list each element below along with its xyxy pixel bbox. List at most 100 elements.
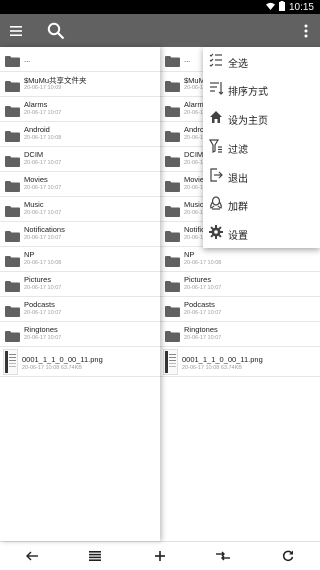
settings-icon <box>209 225 223 239</box>
menu-label: 设置 <box>228 231 248 242</box>
folder-name: Alarms <box>24 100 48 109</box>
folder-meta: 20-06-17 10:08 <box>184 260 222 266</box>
folder-icon <box>165 154 180 172</box>
folder-name: Movies <box>24 175 48 184</box>
folder-row[interactable]: DCIM20-06-17 10:07 <box>0 147 160 172</box>
parent-label: ... <box>184 55 191 64</box>
folder-row[interactable]: Podcasts 20-06-17 10:07 <box>0 297 160 322</box>
folder-name: Android <box>24 125 50 134</box>
folder-row[interactable]: Ringtones 20-06-17 10:07 <box>160 322 320 347</box>
menu-item-select-all[interactable]: 全选 <box>203 47 320 75</box>
filter-icon <box>208 139 223 153</box>
image-thumbnail <box>3 349 18 375</box>
folder-row[interactable]: Ringtones 20-06-17 10:07 <box>0 322 160 347</box>
folder-name: Ringtones <box>184 325 218 334</box>
folder-row[interactable]: Pictures 20-06-17 10:07 <box>0 272 160 297</box>
folder-row[interactable]: NP 20-06-17 10:08 <box>160 247 320 272</box>
folder-name: Podcasts <box>24 300 55 309</box>
search-icon[interactable] <box>44 14 68 47</box>
file-row[interactable]: 0001_1_1_0_00_11.png 20-06-17 10:08 63.7… <box>160 347 320 377</box>
folder-meta: 20-06-17 10:07 <box>24 310 62 316</box>
group-icon <box>209 196 223 210</box>
parent-label: ... <box>24 55 31 64</box>
sort-icon <box>209 81 224 95</box>
menu-label: 过滤 <box>228 145 248 156</box>
folder-name: Pictures <box>24 275 52 284</box>
swap-panes-icon[interactable] <box>208 542 238 570</box>
folder-row[interactable]: Music20-06-17 10:07 <box>0 197 160 222</box>
menu-label: 排序方式 <box>228 87 268 98</box>
folder-icon <box>5 154 20 172</box>
home-icon <box>209 110 223 124</box>
folder-icon <box>5 129 20 147</box>
refresh-icon[interactable] <box>273 542 303 570</box>
folder-name: Music <box>24 200 44 209</box>
folder-row[interactable]: Alarms20-06-17 10:07 <box>0 97 160 122</box>
menu-item-exit[interactable]: 退出 <box>203 162 320 190</box>
folder-icon <box>5 279 20 297</box>
folder-icon <box>165 279 180 297</box>
menu-item-sort[interactable]: 排序方式 <box>203 75 320 103</box>
folder-icon <box>165 254 180 272</box>
folder-icon <box>5 79 20 97</box>
folder-icon <box>165 304 180 322</box>
folder-meta: 20-06-17 10:07 <box>24 185 62 191</box>
folder-meta: 20-06-17 10:07 <box>24 210 62 216</box>
folder-name: Pictures <box>184 275 212 284</box>
folder-name: Music <box>184 200 204 209</box>
folder-name: Ringtones <box>24 325 58 334</box>
menu-label: 全选 <box>228 59 248 70</box>
folder-icon <box>5 304 20 322</box>
folder-icon <box>165 54 180 72</box>
folder-name: DCIM <box>24 150 44 159</box>
file-row[interactable]: 0001_1_1_0_00_11.png 20-06-17 10:08 63.7… <box>0 347 160 377</box>
menu-item-settings[interactable]: 设置 <box>203 219 320 247</box>
more-vertical-icon[interactable] <box>296 14 316 47</box>
bottom-action-bar <box>0 541 320 570</box>
back-arrow-icon[interactable] <box>17 542 47 570</box>
folder-meta: 20-06-17 10:07 <box>24 335 62 341</box>
menu-item-join-group[interactable]: 加群 <box>203 190 320 218</box>
folder-icon <box>165 204 180 222</box>
file-meta: 20-06-17 10:08 63.74KB <box>182 365 242 371</box>
status-time: 10:15 <box>288 2 314 13</box>
exit-icon <box>209 168 223 182</box>
folder-meta: 20-06-17 10:09 <box>24 85 62 91</box>
folder-icon <box>5 229 20 247</box>
overflow-menu: 全选 排序方式 设为主页 过滤 退出 加群 设置 <box>203 47 320 248</box>
hamburger-menu-icon[interactable] <box>4 14 28 47</box>
status-bar: 10:15 <box>0 0 320 14</box>
folder-row[interactable]: Podcasts 20-06-17 10:07 <box>160 297 320 322</box>
wifi-icon <box>265 2 275 13</box>
status-icons: 10:15 <box>265 1 314 14</box>
file-meta: 20-06-17 10:08 63.74KB <box>22 365 82 371</box>
folder-name: NP <box>24 250 35 259</box>
left-pane[interactable]: ... $MuMu共享文件夹 20-06-17 10:09 Alarms 20-06-… <box>0 47 160 541</box>
folder-row[interactable]: NP 20-06-17 10:08 <box>0 247 160 272</box>
add-icon[interactable] <box>145 542 175 570</box>
folder-meta: 20-06-17 10:07 <box>184 285 222 291</box>
list-icon[interactable] <box>80 542 110 570</box>
folder-row[interactable]: $MuMu共享文件夹20-06-17 10:09 <box>0 72 160 97</box>
toolbar <box>0 14 320 47</box>
folder-row[interactable]: Notifications20-06-17 10:07 <box>0 222 160 247</box>
folder-icon <box>165 129 180 147</box>
folder-icon <box>165 179 180 197</box>
folder-icon <box>5 254 20 272</box>
folder-row[interactable]: Android20-06-17 10:08 <box>0 122 160 147</box>
folder-meta: 20-06-17 10:07 <box>24 235 62 241</box>
folder-icon <box>165 104 180 122</box>
folder-icon <box>5 204 20 222</box>
folder-name: DCIM <box>184 150 204 159</box>
folder-row[interactable]: Movies20-06-17 10:07 <box>0 172 160 197</box>
folder-meta: 20-06-17 10:07 <box>184 335 222 341</box>
image-thumbnail <box>163 349 178 375</box>
menu-label: 加群 <box>228 202 248 213</box>
folder-icon <box>165 329 180 347</box>
parent-directory-row[interactable]: ... <box>0 47 160 72</box>
folder-row[interactable]: Pictures 20-06-17 10:07 <box>160 272 320 297</box>
menu-item-filter[interactable]: 过滤 <box>203 133 320 161</box>
menu-item-set-home[interactable]: 设为主页 <box>203 104 320 132</box>
folder-icon <box>5 104 20 122</box>
folder-icon <box>5 329 20 347</box>
